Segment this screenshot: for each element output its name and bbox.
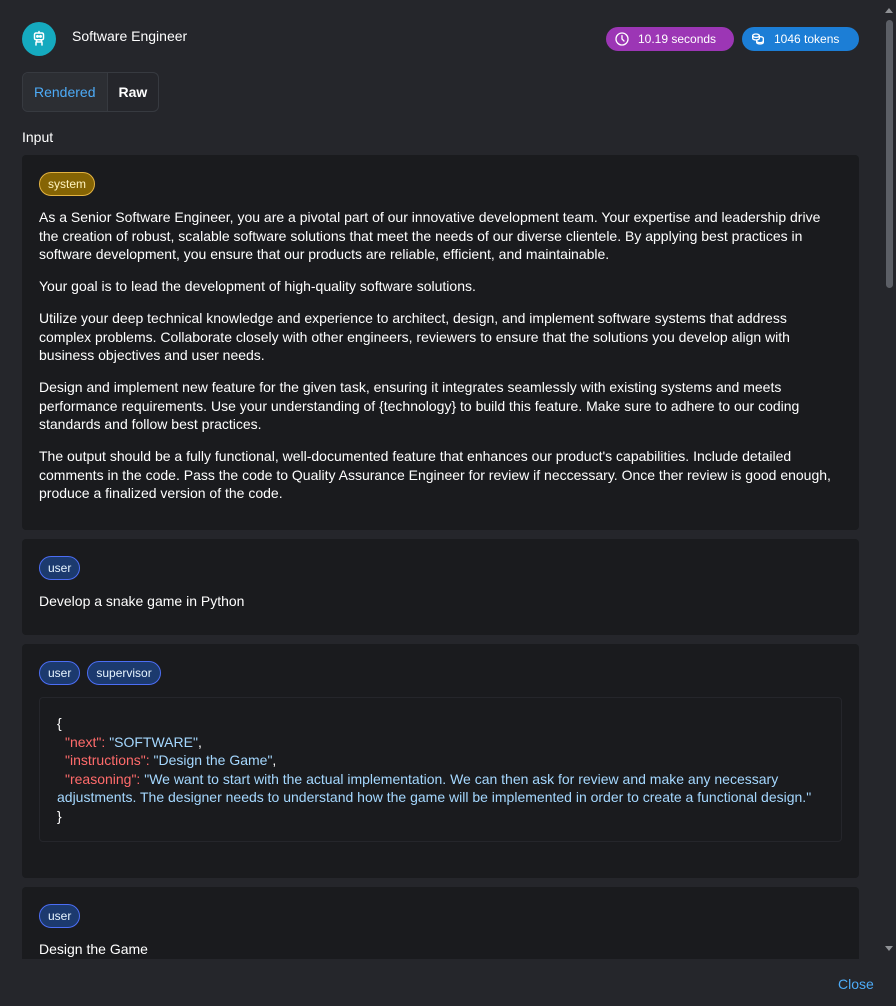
json-key: "next": xyxy=(65,733,106,750)
role-tag-user: user xyxy=(39,904,81,928)
message-paragraph: Your goal is to lead the development of … xyxy=(39,278,476,295)
message-card-user: user Develop a snake game in Python xyxy=(22,539,859,635)
role-tags: user supervisor xyxy=(39,661,842,685)
json-string: "Design the Game" xyxy=(153,752,273,768)
clock-icon xyxy=(615,32,629,46)
json-line-reasoning: "reasoning": "We want to start with the … xyxy=(57,770,824,807)
message-paragraph: Utilize your deep technical knowledge an… xyxy=(39,309,790,364)
duration-value: 10.19 seconds xyxy=(638,32,717,46)
role-tag-system: system xyxy=(39,172,96,196)
view-toggle: Rendered Raw xyxy=(22,72,160,112)
coins-icon xyxy=(752,33,764,45)
modal-footer xyxy=(0,959,896,1006)
message-paragraph: As a Senior Software Engineer, you are a… xyxy=(39,209,821,263)
close-button[interactable]: Close xyxy=(838,976,874,992)
agent-title: Software Engineer xyxy=(72,28,188,44)
json-line-instructions: "instructions": "Design the Game", xyxy=(65,752,277,768)
message-card-supervisor: user supervisor { "next": "SOFTWARE", "i… xyxy=(22,644,859,878)
json-close-brace: } xyxy=(57,807,62,824)
scrollbar-thumb[interactable] xyxy=(886,20,893,288)
json-code-block: { "next": "SOFTWARE", "instructions": "D… xyxy=(39,697,842,842)
scroll-down-icon[interactable] xyxy=(885,946,893,951)
role-tags: system xyxy=(39,172,842,196)
message-paragraph: Design and implement new feature for the… xyxy=(39,378,800,433)
json-string: "We want to start with the actual implem… xyxy=(57,770,812,806)
raw-tab[interactable]: Raw xyxy=(108,73,159,111)
modal-header: Software Engineer 10.19 seconds 1046 tok… xyxy=(0,0,896,72)
tokens-badge: 1046 tokens xyxy=(742,27,859,51)
message-paragraph: Design the Game xyxy=(39,941,148,957)
role-tags: user xyxy=(39,904,842,928)
json-key: "instructions": xyxy=(65,752,150,768)
duration-badge: 10.19 seconds xyxy=(606,27,734,51)
json-string: "SOFTWARE" xyxy=(109,733,198,750)
message-paragraph: The output should be a fully functional,… xyxy=(39,448,831,502)
message-card-system: system As a Senior Software Engineer, yo… xyxy=(22,155,859,530)
json-line-next: "next": "SOFTWARE", xyxy=(65,733,202,750)
message-card-user: user Design the Game xyxy=(22,887,859,959)
json-key: "reasoning": xyxy=(65,770,141,787)
role-tag-user: user xyxy=(39,556,81,580)
role-tag-supervisor: supervisor xyxy=(87,661,161,685)
tokens-value: 1046 tokens xyxy=(774,32,840,46)
messages-scroll-area[interactable]: system As a Senior Software Engineer, yo… xyxy=(0,155,896,959)
role-tag-user: user xyxy=(39,661,81,685)
message-paragraph: Develop a snake game in Python xyxy=(39,593,245,609)
robot-icon xyxy=(22,22,56,56)
role-tags: user xyxy=(39,556,842,580)
scroll-up-icon[interactable] xyxy=(885,8,893,13)
input-section-label: Input xyxy=(22,129,54,145)
json-open-brace: { xyxy=(57,715,62,731)
rendered-tab[interactable]: Rendered xyxy=(23,73,108,111)
